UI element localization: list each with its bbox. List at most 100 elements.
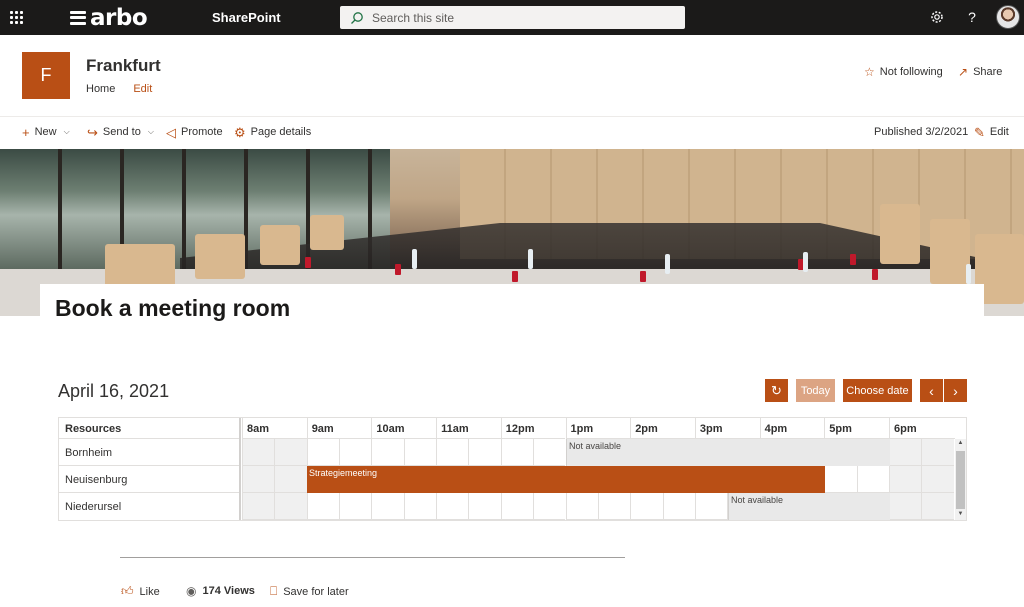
edit-label: Edit xyxy=(989,126,1009,138)
vertical-scrollbar[interactable]: ▲ ▼ xyxy=(955,439,966,520)
time-slot[interactable] xyxy=(565,493,598,520)
send-to-button[interactable]: ↪ Send to ⌵ xyxy=(87,124,154,140)
today-button[interactable]: Today xyxy=(796,379,835,402)
scroll-down-icon[interactable]: ▼ xyxy=(955,511,966,517)
time-slot[interactable] xyxy=(403,439,437,466)
views-count: ◉ 174 Views xyxy=(186,584,255,598)
time-slot[interactable] xyxy=(403,493,437,520)
new-button[interactable]: + New ⌵ xyxy=(22,124,70,140)
promote-button[interactable]: ◁ Promote xyxy=(166,124,223,140)
previous-day-button[interactable]: ‹ xyxy=(920,379,943,402)
time-slot[interactable] xyxy=(921,466,954,493)
hour-header: 4pm xyxy=(759,418,825,439)
nav-item-home[interactable]: Home xyxy=(86,83,115,95)
share-button[interactable]: ↗ Share xyxy=(958,65,1002,79)
send-icon: ↪ xyxy=(87,124,98,140)
hour-header: 8am xyxy=(242,418,307,439)
eye-icon: ◉ xyxy=(186,584,197,598)
time-slot[interactable] xyxy=(662,493,695,520)
time-slot[interactable] xyxy=(597,493,631,520)
time-slot[interactable] xyxy=(468,493,501,520)
next-day-button[interactable]: › xyxy=(944,379,967,402)
time-slot[interactable] xyxy=(371,493,404,520)
time-slot[interactable] xyxy=(889,439,922,466)
like-label: Like xyxy=(139,585,160,598)
time-slot[interactable] xyxy=(274,493,307,520)
time-slot[interactable] xyxy=(339,439,372,466)
refresh-button[interactable]: ↻ xyxy=(765,379,788,402)
company-logo[interactable]: arbo xyxy=(70,4,148,31)
like-button[interactable]: 👍︎ Like xyxy=(121,584,160,599)
logo-text: arbo xyxy=(90,4,148,31)
time-slot[interactable] xyxy=(694,493,728,520)
save-for-later-button[interactable]: ⎕ Save for later xyxy=(270,584,349,599)
event-unavailable[interactable]: Not available xyxy=(728,493,890,520)
search-icon xyxy=(351,11,363,24)
time-slot[interactable] xyxy=(889,493,922,520)
hour-header: 3pm xyxy=(694,418,760,439)
calendar-date: April 16, 2021 xyxy=(58,381,170,401)
time-slot[interactable] xyxy=(242,466,275,493)
time-slot[interactable] xyxy=(630,493,663,520)
scrollbar-thumb[interactable] xyxy=(956,451,965,509)
choose-date-button[interactable]: Choose date xyxy=(843,379,912,402)
time-slot[interactable] xyxy=(436,493,469,520)
event-unavailable[interactable]: Not available xyxy=(566,439,890,466)
time-slot[interactable] xyxy=(889,466,922,493)
share-icon: ↗ xyxy=(958,65,969,79)
thumbs-up-icon: 👍︎ xyxy=(121,584,134,598)
megaphone-icon: ◁ xyxy=(166,124,176,140)
page-title: Book a meeting room xyxy=(55,295,291,321)
time-slot[interactable] xyxy=(242,439,275,466)
time-slot[interactable] xyxy=(856,466,889,493)
time-slot[interactable] xyxy=(306,439,340,466)
time-slot[interactable] xyxy=(274,466,307,493)
time-slot[interactable] xyxy=(242,493,275,520)
chevron-right-icon: › xyxy=(953,382,958,399)
time-slot[interactable] xyxy=(500,439,534,466)
time-slot[interactable] xyxy=(533,493,566,520)
resources-column: Resources Bornheim Neuisenburg Niederurs… xyxy=(59,418,241,520)
star-icon: ☆ xyxy=(864,65,875,79)
site-title[interactable]: Frankfurt xyxy=(86,56,161,76)
plus-icon: + xyxy=(22,124,30,140)
time-slot[interactable] xyxy=(339,493,372,520)
share-label: Share xyxy=(973,66,1003,78)
chevron-down-icon: ⌵ xyxy=(147,127,154,136)
app-launcher-icon[interactable] xyxy=(10,11,23,24)
time-slot[interactable] xyxy=(824,466,857,493)
time-slot[interactable] xyxy=(436,439,469,466)
help-icon[interactable]: ? xyxy=(964,9,980,25)
divider xyxy=(120,557,625,558)
user-avatar[interactable] xyxy=(996,5,1020,29)
suite-bar: arbo SharePoint Search this site ? xyxy=(0,0,1024,35)
scroll-up-icon[interactable]: ▲ xyxy=(955,440,966,446)
time-slot[interactable] xyxy=(921,493,954,520)
send-label: Send to xyxy=(102,126,141,138)
search-box[interactable]: Search this site xyxy=(340,6,685,29)
page-details-button[interactable]: ⚙ Page details xyxy=(234,126,311,139)
bookmark-icon: ⎕ xyxy=(270,584,278,598)
search-placeholder: Search this site xyxy=(372,10,455,25)
time-slot[interactable] xyxy=(500,493,534,520)
hour-header: 12pm xyxy=(500,418,566,439)
refresh-icon: ↻ xyxy=(771,382,782,398)
site-logo[interactable]: F xyxy=(22,52,70,99)
time-slot[interactable] xyxy=(921,439,954,466)
time-slot[interactable] xyxy=(371,439,404,466)
time-slot[interactable] xyxy=(306,493,340,520)
time-slot[interactable] xyxy=(533,439,566,466)
app-name[interactable]: SharePoint xyxy=(212,10,281,25)
page-title-area: Book a meeting room xyxy=(40,284,984,324)
views-label: 174 Views xyxy=(202,585,255,597)
nav-edit-link[interactable]: Edit xyxy=(133,83,152,95)
follow-button[interactable]: ☆ Not following xyxy=(864,65,943,79)
time-slot[interactable] xyxy=(468,439,501,466)
save-label: Save for later xyxy=(283,585,349,598)
edit-page-button[interactable]: ✎ Edit xyxy=(974,126,1009,139)
promote-label: Promote xyxy=(181,126,223,138)
new-label: New xyxy=(34,126,57,138)
event-booking[interactable]: Strategiemeeting xyxy=(307,466,825,493)
time-slot[interactable] xyxy=(274,439,307,466)
settings-gear-icon[interactable] xyxy=(929,9,945,25)
